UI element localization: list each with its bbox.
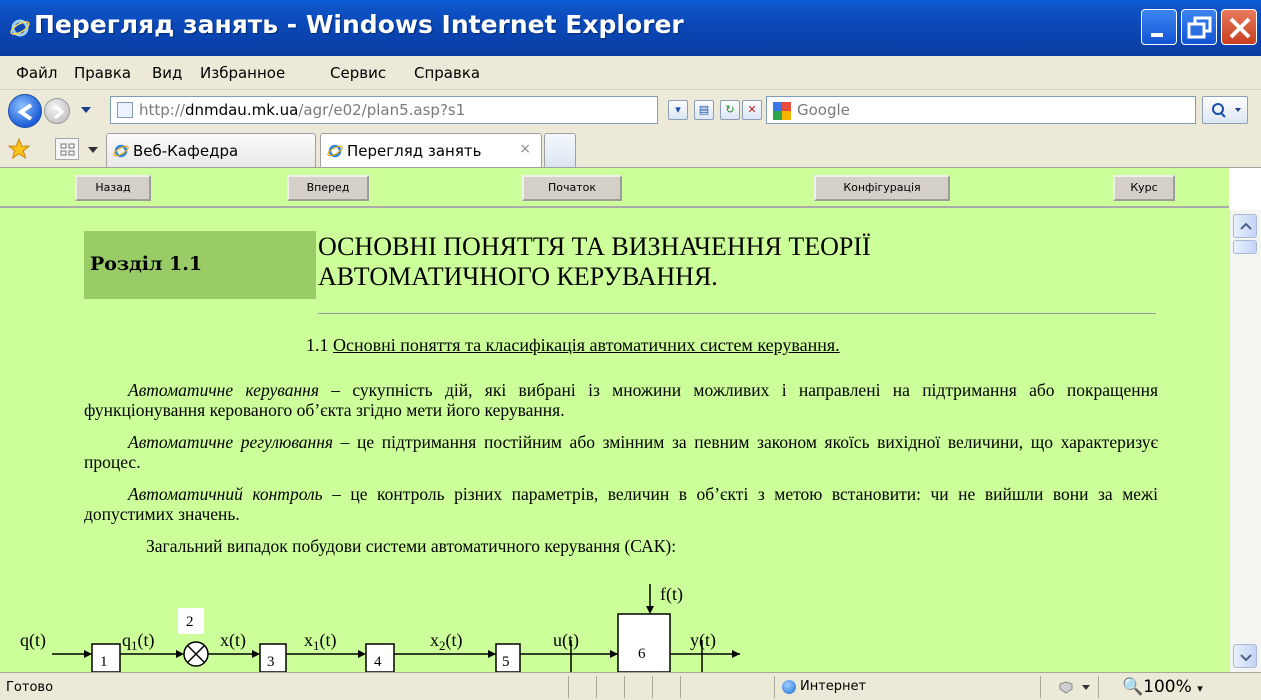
page-content: Назад Вперед Початок Конфігурація Курс Р… — [0, 168, 1229, 672]
signal-y: y(t) — [690, 630, 716, 651]
divider — [596, 676, 597, 698]
menu-bar: Файл Правка Вид Избранное Сервис Справка — [0, 56, 1261, 90]
zoom-level[interactable]: 🔍100% ▾ — [1122, 677, 1203, 697]
title-bar: Перегляд занять - Windows Internet Explo… — [0, 0, 1261, 56]
ie-logo-icon — [10, 19, 30, 37]
signal-x1: x1(t) — [304, 630, 337, 653]
page-icon — [117, 102, 133, 118]
magnifier-icon — [1212, 103, 1241, 118]
block-6-label: 6 — [638, 646, 646, 662]
divider — [774, 676, 775, 698]
section-label: Розділ 1.1 — [84, 231, 316, 299]
divider — [624, 676, 625, 698]
search-button[interactable] — [1202, 96, 1248, 124]
status-text: Готово — [6, 680, 54, 695]
paragraph-monitoring: Автоматичний контроль – це контроль різн… — [84, 484, 1159, 524]
page-title: ОСНОВНІ ПОНЯТТЯ ТА ВИЗНАЧЕННЯ ТЕОРІЇ АВТ… — [318, 232, 871, 291]
minimize-icon — [1151, 33, 1163, 37]
back-button[interactable] — [8, 94, 42, 128]
close-button[interactable] — [1221, 9, 1257, 45]
globe-icon — [782, 679, 796, 694]
scroll-down-button[interactable] — [1233, 644, 1257, 668]
tab-label: Перегляд занять — [347, 142, 482, 160]
forward-button[interactable] — [44, 98, 70, 124]
signal-q: q(t) — [20, 630, 46, 651]
compat-view-button[interactable]: ▤ — [694, 100, 714, 120]
divider — [652, 676, 653, 698]
nav-back-button[interactable]: Назад — [75, 175, 151, 201]
nav-course-button[interactable]: Курс — [1113, 175, 1175, 201]
course-nav-bar: Назад Вперед Початок Конфігурація Курс — [0, 168, 1229, 208]
nav-forward-button[interactable]: Вперед — [287, 175, 369, 201]
forward-arrow-icon — [54, 104, 65, 120]
sak-block-diagram: 1 2 3 4 5 6 q(t) q1(t) x(t) x1(t) x2(t) … — [20, 584, 740, 672]
nav-start-button[interactable]: Початок — [522, 175, 622, 201]
address-url: http://dnmdau.mk.ua/agr/e02/plan5.asp?s1 — [139, 101, 466, 119]
paragraph-control: Автоматичне керування – сукупність дій, … — [84, 380, 1159, 420]
close-icon — [1229, 17, 1251, 39]
google-logo-icon — [773, 102, 791, 120]
quick-tabs-button[interactable] — [55, 138, 79, 160]
ie-page-icon — [327, 144, 343, 158]
security-zone[interactable]: Интернет — [782, 679, 866, 694]
refresh-button[interactable]: ↻ — [720, 100, 740, 120]
chevron-up-icon — [1240, 222, 1252, 230]
ie-page-icon — [113, 144, 129, 158]
title-divider — [318, 313, 1156, 314]
search-input[interactable]: Google — [766, 96, 1196, 124]
block-6 — [617, 613, 671, 672]
block-1-label: 1 — [100, 654, 108, 670]
divider — [568, 676, 569, 698]
address-dropdown-button[interactable]: ▾ — [668, 100, 688, 120]
menu-help[interactable]: Справка — [414, 64, 480, 82]
paragraph-regulation: Автоматичне регулювання – це підтримання… — [84, 432, 1159, 472]
signal-x2: x2(t) — [430, 630, 463, 653]
signal-u: u(t) — [553, 630, 579, 651]
block-3-label: 3 — [267, 654, 275, 670]
maximize-button[interactable] — [1181, 9, 1217, 45]
new-tab-button[interactable] — [544, 133, 576, 167]
block-2-label: 2 — [186, 614, 194, 630]
section-subtitle: 1.1 Основні поняття та класифікація авто… — [306, 335, 840, 355]
block-4-label: 4 — [374, 654, 382, 670]
tab-perehliad-zaniat[interactable]: Перегляд занять × — [320, 133, 542, 167]
minimize-button[interactable] — [1141, 9, 1177, 45]
status-bar: Готово Интернет 🔍100% ▾ — [0, 672, 1261, 700]
paragraph-general-case: Загальний випадок побудови системи автом… — [146, 536, 677, 556]
restore-icon — [1187, 16, 1212, 39]
protected-mode-icon[interactable] — [1058, 680, 1092, 694]
menu-favorites[interactable]: Избранное — [200, 64, 285, 82]
tab-veb-kafedra[interactable]: Веб-Кафедра — [106, 133, 316, 167]
nav-config-button[interactable]: Конфігурація — [814, 175, 950, 201]
stop-button[interactable]: ✕ — [742, 100, 762, 120]
scroll-up-button[interactable] — [1233, 214, 1257, 238]
vertical-scrollbar[interactable] — [1229, 210, 1261, 672]
menu-edit[interactable]: Правка — [74, 64, 131, 82]
block-5-label: 5 — [502, 654, 510, 670]
back-arrow-icon — [17, 103, 33, 121]
tab-label: Веб-Кафедра — [133, 142, 239, 160]
signal-q1: q1(t) — [122, 630, 155, 653]
subtitle-link: Основні поняття та класифікація автомати… — [333, 335, 840, 355]
signal-f: f(t) — [660, 584, 683, 605]
search-placeholder: Google — [797, 101, 850, 119]
tab-list-dropdown-icon[interactable] — [84, 138, 102, 160]
menu-view[interactable]: Вид — [152, 64, 182, 82]
history-dropdown-icon[interactable] — [80, 106, 92, 114]
tab-bar: Веб-Кафедра Перегляд занять × — [0, 130, 1261, 168]
address-toolbar: http://dnmdau.mk.ua/agr/e02/plan5.asp?s1… — [0, 90, 1261, 130]
quick-tabs-icon — [60, 143, 75, 156]
favorites-star-icon[interactable] — [8, 138, 30, 160]
tab-close-icon[interactable]: × — [519, 141, 531, 157]
divider — [680, 676, 681, 698]
divider — [1040, 676, 1041, 698]
menu-file[interactable]: Файл — [16, 64, 57, 82]
chevron-down-icon — [1240, 654, 1252, 662]
address-field[interactable]: http://dnmdau.mk.ua/agr/e02/plan5.asp?s1 — [110, 96, 658, 124]
scroll-thumb[interactable] — [1233, 240, 1257, 254]
window-title: Перегляд занять - Windows Internet Explo… — [34, 10, 684, 39]
divider — [1098, 676, 1099, 698]
menu-tools[interactable]: Сервис — [330, 64, 386, 82]
signal-x: x(t) — [220, 630, 246, 651]
